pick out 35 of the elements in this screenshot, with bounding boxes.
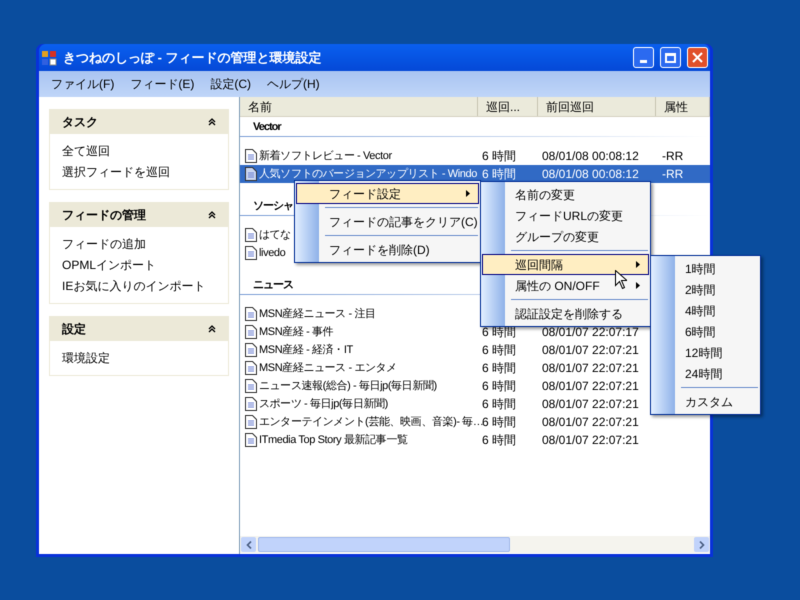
feed-name: スポーツ - 毎日jp(毎日新聞) <box>259 396 388 412</box>
interval-cell: 6 時間 <box>482 415 516 429</box>
window-title: きつねのしっぽ - フィードの管理と環境設定 <box>63 48 323 67</box>
last-check-cell: 08/01/07 22:07:21 <box>542 379 639 393</box>
feed-name: MSN産経ニュース - 注目 <box>259 306 376 322</box>
group-header: ニュース <box>253 278 293 293</box>
last-check-cell: 08/01/08 00:08:12 <box>542 167 639 181</box>
attribute-cell: -RR <box>662 167 684 181</box>
interval-cell: 6 時間 <box>482 397 516 411</box>
last-check-cell: 08/01/07 22:07:21 <box>542 433 639 447</box>
feed-name: 新着ソフトレビュー - Vector <box>259 148 392 164</box>
last-check-cell: 08/01/08 00:08:12 <box>542 149 639 163</box>
interval-cell: 6 時間 <box>482 361 516 375</box>
group-header: Vector <box>253 120 281 135</box>
feed-name: 人気ソフトのバージョンアップリスト - Windo <box>259 166 477 182</box>
last-check-cell: 08/01/07 22:07:17 <box>542 325 639 339</box>
interval-cell: 6 時間 <box>482 167 516 181</box>
feed-name: ニュース速報(総合) - 毎日jp(毎日新聞) <box>259 378 437 394</box>
group-header: ソーシャ <box>253 198 293 214</box>
last-check-cell: 08/01/07 22:07:21 <box>542 361 639 375</box>
feed-name: エンターテインメント(芸能、映画、音楽)- 毎… <box>259 414 484 430</box>
attribute-cell: -RR <box>662 149 684 163</box>
last-check-cell: 08/01/07 22:07:21 <box>542 415 639 429</box>
last-check-cell: 08/01/07 22:07:21 <box>542 343 639 357</box>
interval-cell: 6 時間 <box>482 379 516 393</box>
feed-name: MSN産経 - 経済・IT <box>259 342 353 358</box>
interval-cell: 6 時間 <box>482 343 516 357</box>
feed-name: MSN産経ニュース - エンタメ <box>259 360 397 376</box>
feed-name: livedo <box>259 246 286 261</box>
feed-name: MSN産経 - 事件 <box>259 324 334 340</box>
interval-cell: 6 時間 <box>482 433 516 447</box>
feed-name: ITmedia Top Story 最新記事一覧 <box>259 432 408 448</box>
last-check-cell: 08/01/07 22:07:21 <box>542 397 639 411</box>
feed-name: はてな <box>259 228 291 243</box>
interval-cell: 6 時間 <box>482 149 516 163</box>
